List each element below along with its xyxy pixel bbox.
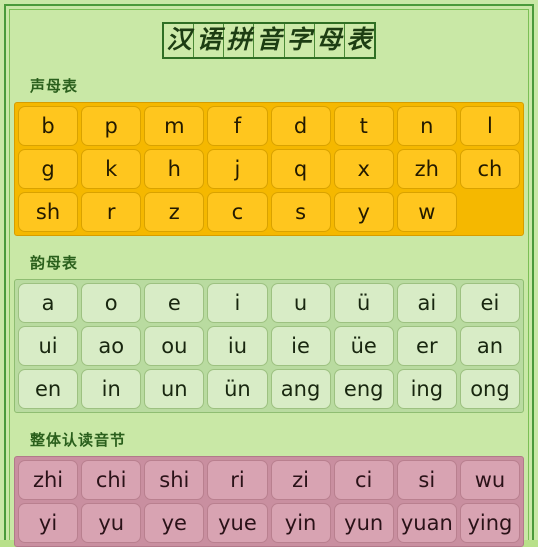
pinyin-cell: sh bbox=[18, 192, 79, 232]
pinyin-cell: x bbox=[333, 149, 394, 189]
pinyin-cell: ang bbox=[270, 369, 331, 409]
pinyin-cell: ao bbox=[81, 326, 142, 366]
pinyin-cell: h bbox=[144, 149, 205, 189]
pinyin-cell: c bbox=[207, 192, 268, 232]
pinyin-cell: ong bbox=[459, 369, 520, 409]
pinyin-cell: o bbox=[81, 283, 142, 323]
pinyin-cell: ai bbox=[396, 283, 457, 323]
pinyin-cell: ün bbox=[207, 369, 268, 409]
pinyin-cell: j bbox=[207, 149, 268, 189]
pinyin-cell: d bbox=[270, 106, 331, 146]
pinyin-cell: en bbox=[18, 369, 79, 409]
pinyin-cell: ü bbox=[333, 283, 394, 323]
pinyin-cell: ui bbox=[18, 326, 79, 366]
pinyin-cell: iu bbox=[207, 326, 268, 366]
pinyin-cell: ying bbox=[459, 503, 520, 543]
pinyin-cell: n bbox=[396, 106, 457, 146]
title-char: 拼 bbox=[224, 24, 255, 57]
pinyin-cell: ch bbox=[459, 149, 520, 189]
pinyin-cell: r bbox=[81, 192, 142, 232]
pinyin-cell-empty bbox=[460, 192, 520, 232]
pinyin-cell: ie bbox=[270, 326, 331, 366]
pinyin-cell: er bbox=[396, 326, 457, 366]
page-title: 汉 语 拼 音 字 母 表 bbox=[14, 22, 524, 59]
pinyin-cell: e bbox=[144, 283, 205, 323]
whole-syllables-table: zhi chi shi ri zi ci si wu yi yu ye yue … bbox=[14, 456, 524, 547]
pinyin-cell: y bbox=[333, 192, 394, 232]
pinyin-cell: un bbox=[144, 369, 205, 409]
pinyin-cell: a bbox=[18, 283, 79, 323]
pinyin-cell: yun bbox=[333, 503, 394, 543]
title-char: 汉 bbox=[164, 24, 195, 57]
pinyin-cell: ei bbox=[459, 283, 520, 323]
pinyin-cell: m bbox=[144, 106, 205, 146]
pinyin-cell: si bbox=[396, 460, 457, 500]
pinyin-cell: ing bbox=[396, 369, 457, 409]
pinyin-cell: f bbox=[207, 106, 268, 146]
initials-table: b p m f d t n l g k h j q x zh ch sh r z… bbox=[14, 102, 524, 236]
pinyin-cell: ri bbox=[207, 460, 268, 500]
pinyin-cell: b bbox=[18, 106, 79, 146]
pinyin-cell: yin bbox=[270, 503, 331, 543]
pinyin-cell: eng bbox=[333, 369, 394, 409]
pinyin-cell: l bbox=[459, 106, 520, 146]
pinyin-cell: p bbox=[81, 106, 142, 146]
pinyin-cell: k bbox=[81, 149, 142, 189]
title-char: 表 bbox=[346, 25, 372, 54]
pinyin-cell: ci bbox=[333, 460, 394, 500]
pinyin-cell: t bbox=[333, 106, 394, 146]
pinyin-cell: zh bbox=[396, 149, 457, 189]
pinyin-cell: wu bbox=[459, 460, 520, 500]
pinyin-cell: yuan bbox=[396, 503, 457, 543]
section-heading-finals: 韵母表 bbox=[30, 254, 79, 272]
title-char: 语 bbox=[194, 24, 225, 57]
title-box: 汉 语 拼 音 字 母 表 bbox=[162, 22, 376, 59]
pinyin-cell: q bbox=[270, 149, 331, 189]
pinyin-cell: s bbox=[270, 192, 331, 232]
pinyin-cell: ye bbox=[144, 503, 205, 543]
section-heading-initials: 声母表 bbox=[30, 77, 79, 95]
pinyin-cell: z bbox=[144, 192, 205, 232]
pinyin-cell: an bbox=[459, 326, 520, 366]
pinyin-cell: g bbox=[18, 149, 79, 189]
pinyin-cell: u bbox=[270, 283, 331, 323]
pinyin-cell: yu bbox=[81, 503, 142, 543]
title-char: 母 bbox=[315, 24, 345, 57]
pinyin-cell: w bbox=[396, 192, 457, 232]
finals-table: a o e i u ü ai ei ui ao ou iu ie üe er a… bbox=[14, 279, 524, 413]
pinyin-cell: yi bbox=[18, 503, 79, 543]
pinyin-cell: chi bbox=[81, 460, 142, 500]
pinyin-cell: in bbox=[81, 369, 142, 409]
pinyin-cell: zi bbox=[270, 460, 331, 500]
chart-content: 汉 语 拼 音 字 母 表 声母表 b p m f d t n l g k h … bbox=[0, 0, 538, 547]
pinyin-cell: ou bbox=[144, 326, 205, 366]
title-char: 音 bbox=[254, 24, 285, 57]
pinyin-cell: i bbox=[207, 283, 268, 323]
pinyin-cell: zhi bbox=[18, 460, 79, 500]
pinyin-chart-page: 汉 语 拼 音 字 母 表 声母表 b p m f d t n l g k h … bbox=[0, 0, 538, 547]
title-char: 字 bbox=[285, 24, 315, 57]
pinyin-cell: yue bbox=[207, 503, 268, 543]
section-heading-whole-syllables: 整体认读音节 bbox=[30, 431, 127, 449]
pinyin-cell: shi bbox=[144, 460, 205, 500]
pinyin-cell: üe bbox=[333, 326, 394, 366]
